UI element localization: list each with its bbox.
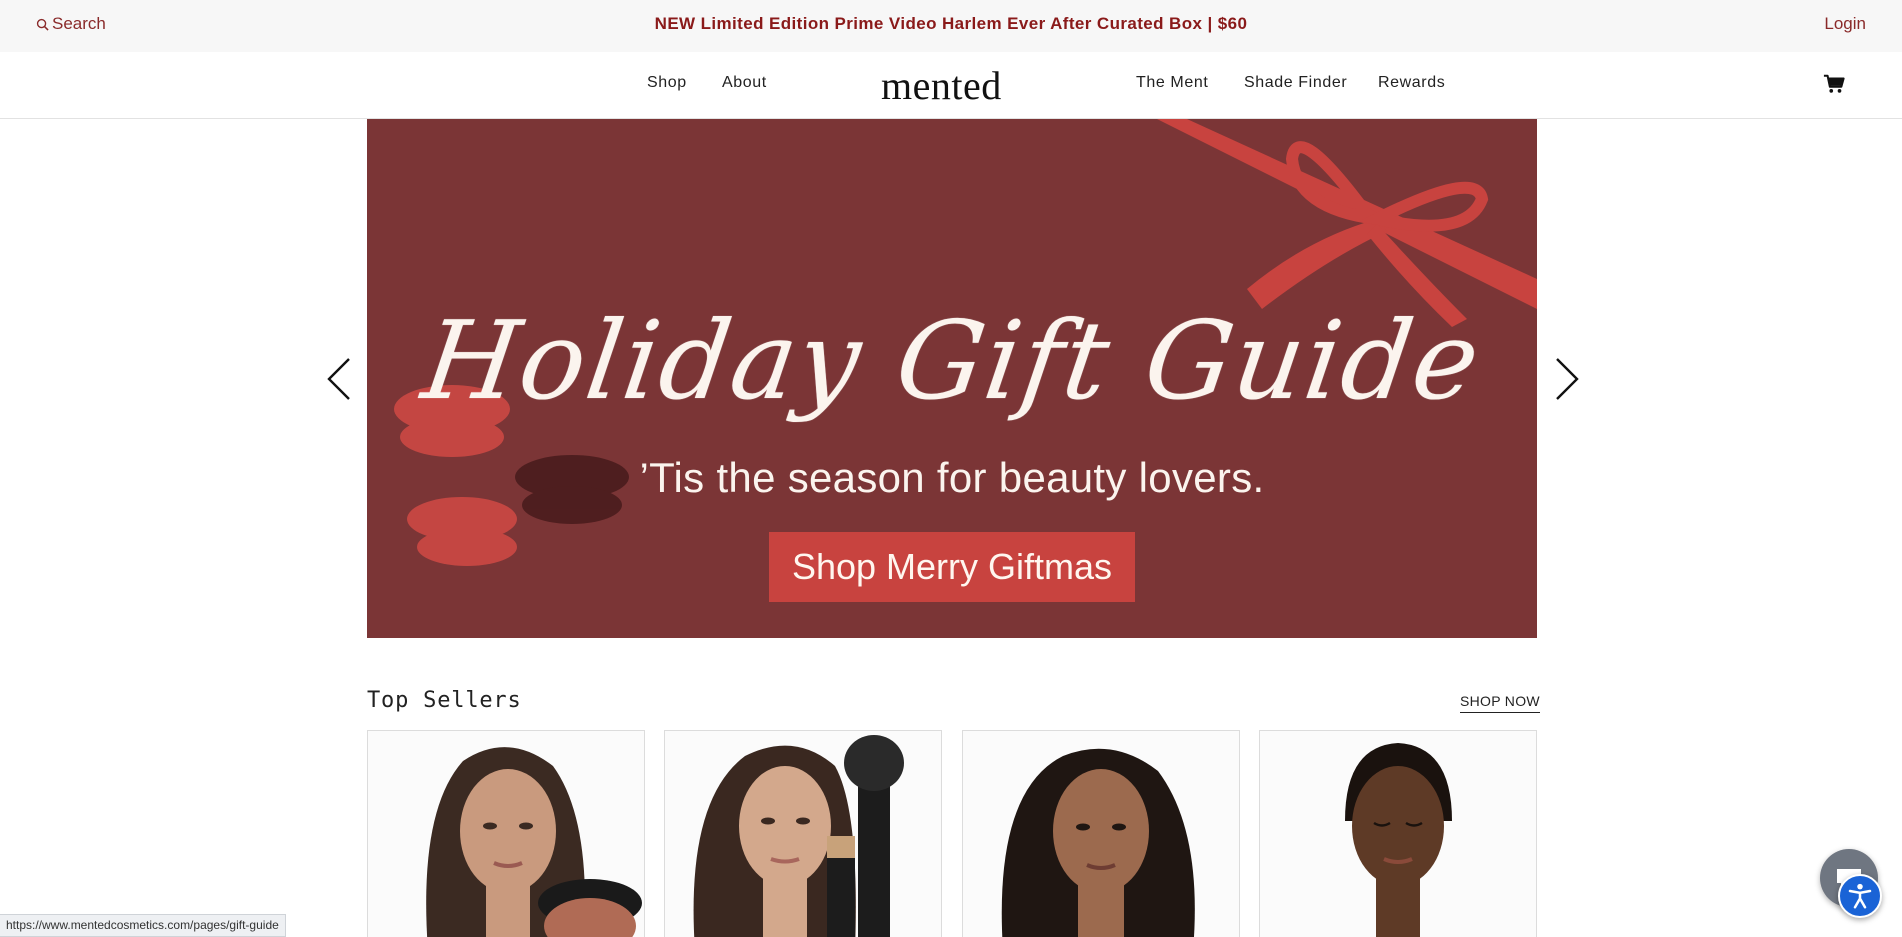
nav-item-the-ment[interactable]: The Ment: [1136, 74, 1208, 92]
product-card[interactable]: [664, 730, 942, 937]
announcement-bar: Search NEW Limited Edition Prime Video H…: [0, 0, 1902, 52]
shop-now-link[interactable]: SHOP NOW: [1460, 693, 1540, 713]
login-link[interactable]: Login: [1824, 14, 1866, 34]
site-logo[interactable]: mented: [881, 62, 1002, 109]
carousel-prev-icon[interactable]: [326, 356, 352, 402]
product-card[interactable]: [1259, 730, 1537, 937]
product-image: [1260, 731, 1536, 937]
nav-item-shop[interactable]: Shop: [647, 74, 687, 92]
top-sellers-title: Top Sellers: [367, 688, 522, 713]
accessibility-icon: [1848, 883, 1872, 909]
nav-item-about[interactable]: About: [722, 74, 767, 92]
product-image: [963, 731, 1239, 937]
product-card[interactable]: [367, 730, 645, 937]
hero-title: Holiday Gift Guide: [415, 299, 1489, 424]
main-nav: Shop About mented The Ment Shade Finder …: [0, 52, 1902, 119]
accessibility-button[interactable]: [1838, 874, 1882, 918]
announcement-message[interactable]: NEW Limited Edition Prime Video Harlem E…: [0, 14, 1902, 34]
hero-subtitle: ’Tis the season for beauty lovers.: [639, 454, 1265, 501]
cart-icon[interactable]: [1823, 73, 1845, 95]
product-card[interactable]: [962, 730, 1240, 937]
nav-item-shade-finder[interactable]: Shade Finder: [1244, 74, 1347, 92]
status-bar-url: https://www.mentedcosmetics.com/pages/gi…: [0, 914, 286, 937]
carousel-next-icon[interactable]: [1554, 356, 1580, 402]
product-image: [665, 731, 941, 937]
product-image: [368, 731, 644, 937]
shop-merry-giftmas-button[interactable]: Shop Merry Giftmas: [769, 532, 1135, 602]
nav-item-rewards[interactable]: Rewards: [1378, 74, 1445, 92]
hero-banner[interactable]: Holiday Gift Guide ’Tis the season for b…: [367, 119, 1537, 638]
